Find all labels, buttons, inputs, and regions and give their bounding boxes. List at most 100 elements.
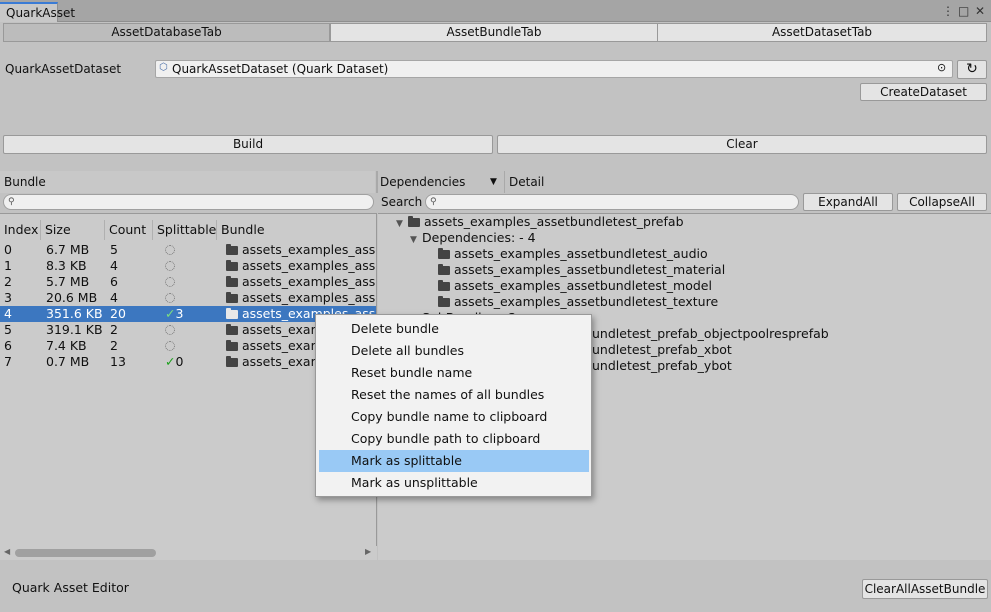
refresh-button[interactable]: ↻ — [957, 60, 987, 79]
tab-asset-database[interactable]: AssetDatabaseTab — [3, 23, 330, 42]
cell-splittable: ✓0 — [165, 354, 183, 370]
collapse-all-button[interactable]: CollapseAll — [897, 193, 987, 211]
table-row[interactable]: 1 8.3 KB 4 assets_examples_assetb — [0, 258, 376, 274]
bundle-pane-header: Bundle — [0, 171, 375, 193]
tab-asset-bundle[interactable]: AssetBundleTab — [330, 23, 658, 42]
cell-size: 319.1 KB — [46, 322, 103, 337]
cell-splittable — [165, 290, 175, 306]
tree-dependency-item[interactable]: assets_examples_assetbundletest_texture — [438, 294, 718, 310]
dataset-object-field[interactable]: ⬡ QuarkAssetDataset (Quark Dataset) ⊙ — [155, 60, 953, 78]
dependencies-dropdown[interactable]: Dependencies ▼ — [378, 172, 503, 193]
expand-triangle-icon[interactable]: ▼ — [396, 216, 408, 232]
column-index[interactable]: Index — [0, 220, 41, 240]
window-tab[interactable]: QuarkAsset — [0, 2, 75, 22]
chevron-down-icon: ▼ — [490, 177, 497, 187]
folder-icon — [226, 308, 238, 319]
context-menu-item[interactable]: Delete all bundles — [319, 340, 589, 362]
unsplit-indicator-icon — [165, 261, 175, 271]
folder-icon — [226, 276, 238, 287]
cell-count: 2 — [110, 322, 118, 337]
tree-root[interactable]: ▼ assets_examples_assetbundletest_prefab — [396, 214, 684, 230]
tree-dependencies-node[interactable]: ▼ Dependencies: - 4 — [410, 230, 536, 246]
cell-bundle: assets_examples_assetb — [226, 258, 376, 274]
folder-icon — [438, 296, 450, 307]
folder-icon — [226, 292, 238, 303]
cell-count: 5 — [110, 242, 118, 257]
clear-all-asset-bundle-button[interactable]: ClearAllAssetBundle — [862, 579, 988, 599]
refresh-icon: ↻ — [966, 61, 978, 77]
tree-dependency-item[interactable]: assets_examples_assetbundletest_model — [438, 278, 712, 294]
cell-count: 6 — [110, 274, 118, 289]
folder-icon — [438, 264, 450, 275]
context-menu-item[interactable]: Mark as unsplittable — [319, 472, 589, 494]
cell-splittable — [165, 258, 175, 274]
cell-index: 7 — [4, 354, 12, 369]
cell-count: 20 — [110, 306, 126, 321]
object-picker-icon[interactable]: ⊙ — [937, 61, 946, 74]
column-splittable[interactable]: Splittable — [153, 220, 217, 240]
cell-size: 351.6 KB — [46, 306, 103, 321]
dataset-label: QuarkAssetDataset — [5, 62, 122, 76]
close-icon[interactable]: ✕ — [975, 3, 985, 19]
cell-size: 5.7 MB — [46, 274, 90, 289]
dependency-label: assets_examples_assetbundletest_model — [454, 278, 712, 293]
table-row[interactable]: 2 5.7 MB 6 assets_examples_assetb — [0, 274, 376, 290]
clear-button[interactable]: Clear — [497, 135, 987, 154]
create-dataset-button[interactable]: CreateDataset — [860, 83, 987, 101]
cell-count: 2 — [110, 338, 118, 353]
table-row[interactable]: 3 20.6 MB 4 assets_examples_assetb — [0, 290, 376, 306]
dataset-field-value: QuarkAssetDataset (Quark Dataset) — [172, 62, 389, 76]
search-icon: ⚲ — [430, 197, 437, 207]
tree-subbundle-item[interactable]: undletest_prefab_objectpoolresprefab — [592, 326, 829, 342]
context-menu-item[interactable]: Delete bundle — [319, 318, 589, 340]
expand-all-button[interactable]: ExpandAll — [803, 193, 893, 211]
more-vert-icon[interactable]: ⋮ — [942, 3, 954, 19]
column-count[interactable]: Count — [105, 220, 153, 240]
split-count: 3 — [175, 306, 184, 321]
tree-subbundle-item[interactable]: undletest_prefab_ybot — [592, 358, 732, 374]
header-divider — [504, 171, 505, 193]
bundle-table-header: Index Size Count Splittable Bundle — [0, 220, 376, 240]
unsplit-indicator-icon — [165, 245, 175, 255]
context-menu-item[interactable]: Copy bundle path to clipboard — [319, 428, 589, 450]
context-menu-item[interactable]: Reset the names of all bundles — [319, 384, 589, 406]
bundle-name: assets_examples_assetb — [242, 242, 376, 257]
tree-dependency-item[interactable]: assets_examples_assetbundletest_audio — [438, 246, 708, 262]
unsplit-indicator-icon — [165, 341, 175, 351]
bundle-name: assets_examples_assetb — [242, 274, 376, 289]
cell-index: 2 — [4, 274, 12, 289]
bundle-search-input[interactable]: ⚲ — [3, 194, 374, 210]
cell-index: 0 — [4, 242, 12, 257]
detail-search-input[interactable]: ⚲ — [425, 194, 799, 210]
tab-asset-dataset[interactable]: AssetDatasetTab — [657, 23, 987, 42]
column-bundle[interactable]: Bundle — [217, 220, 376, 240]
cell-bundle: assets_examples_assetb — [226, 274, 376, 290]
context-menu-item[interactable]: Reset bundle name — [319, 362, 589, 384]
folder-icon — [226, 244, 238, 255]
tree-dependency-item[interactable]: assets_examples_assetbundletest_material — [438, 262, 725, 278]
build-button[interactable]: Build — [3, 135, 493, 154]
bundle-name: assets_examples_assetb — [242, 258, 376, 273]
scroll-right-icon[interactable]: ▶ — [365, 547, 371, 556]
context-menu-item[interactable]: Copy bundle name to clipboard — [319, 406, 589, 428]
tree-root-label: assets_examples_assetbundletest_prefab — [424, 214, 684, 229]
scroll-left-icon[interactable]: ◀ — [4, 547, 10, 556]
horizontal-scrollbar[interactable]: ◀ ▶ — [0, 546, 377, 560]
detail-header: Detail — [509, 175, 545, 189]
context-menu-item[interactable]: Mark as splittable — [319, 450, 589, 472]
dependencies-dropdown-label: Dependencies — [380, 175, 466, 189]
maximize-icon[interactable]: □ — [958, 3, 969, 19]
cell-splittable — [165, 242, 175, 258]
scrollbar-thumb[interactable] — [15, 549, 156, 557]
unsplit-indicator-icon — [165, 325, 175, 335]
dependency-label: assets_examples_assetbundletest_material — [454, 262, 726, 277]
search-icon: ⚲ — [8, 197, 15, 207]
cell-size: 20.6 MB — [46, 290, 98, 305]
table-row[interactable]: 0 6.7 MB 5 assets_examples_assetb — [0, 242, 376, 258]
cell-splittable — [165, 338, 175, 354]
column-size[interactable]: Size — [41, 220, 105, 240]
tree-subbundle-item[interactable]: undletest_prefab_xbot — [592, 342, 732, 358]
expand-triangle-icon[interactable]: ▼ — [410, 232, 422, 248]
context-menu: Delete bundle Delete all bundles Reset bun… — [315, 314, 592, 497]
folder-icon — [438, 280, 450, 291]
